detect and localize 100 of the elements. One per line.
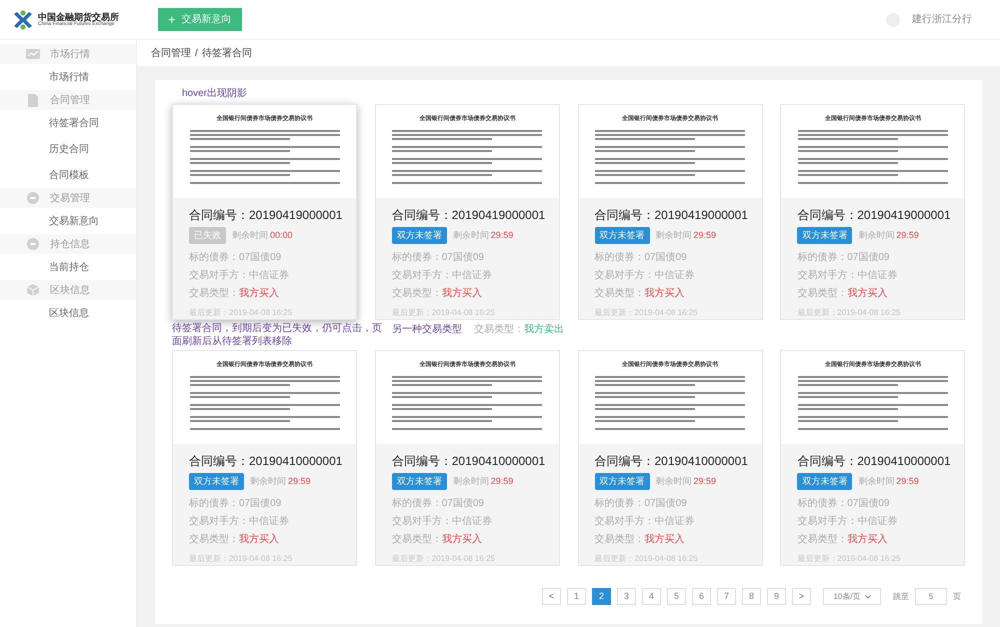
trade-type-label: 交易类型： (392, 532, 442, 547)
status-tag: 双方未签署 (594, 226, 650, 244)
trade-type-label: 交易类型： (594, 532, 644, 547)
circle-icon (27, 238, 39, 250)
remaining-time-label: 剩余时间 (858, 474, 894, 488)
trade-type-label: 交易类型： (797, 532, 848, 547)
trade-type-label: 交易类型： (797, 286, 848, 301)
contract-number: 20190419000001 (654, 206, 748, 224)
remaining-time-label: 剩余时间 (452, 228, 489, 242)
counterparty-text: 交易对手方：中信证券 (594, 268, 696, 283)
trade-type-value: 我方买入 (644, 286, 684, 301)
previous-page-button[interactable]: < (542, 588, 561, 605)
next-page-button[interactable]: > (792, 588, 811, 605)
remaining-time-label: 剩余时间 (656, 474, 692, 488)
trade-type-value: 我方买入 (239, 532, 279, 547)
page-button[interactable]: 7 (717, 588, 736, 605)
sidebar-item[interactable]: 待签署合同 (0, 110, 136, 136)
status-tag: 双方未签署 (797, 226, 852, 244)
status-tag: 双方未签署 (392, 472, 447, 490)
sidebar-item[interactable]: 区块信息 (0, 300, 136, 326)
breadcrumb-separator: / (195, 46, 198, 60)
contract-number: 20190410000001 (857, 452, 951, 470)
trade-type-value: 我方买入 (847, 532, 888, 547)
counterparty-text: 交易对手方：中信证券 (392, 268, 493, 283)
contract-number: 20190410000001 (452, 452, 546, 470)
bond-text: 标的债券：07国债09 (392, 496, 485, 511)
page-button[interactable]: 9 (767, 588, 786, 605)
breadcrumb-item[interactable]: 待签署合同 (202, 46, 252, 60)
remaining-time: 29:59 (694, 474, 716, 488)
contract-number-label: 合同编号： (189, 452, 249, 470)
sidebar-item[interactable]: 市场行情 (0, 64, 136, 90)
group-label: 市场行情 (50, 48, 90, 62)
counterparty-text: 交易对手方：中信证券 (797, 514, 898, 529)
sidebar-item[interactable]: 交易新意向 (0, 208, 136, 234)
bond-text: 标的债券：07国债09 (189, 250, 282, 265)
sidebar-item[interactable]: 合同模板 (0, 162, 136, 188)
remaining-time: 29:59 (490, 474, 514, 488)
trade-type-value: 我方买入 (847, 286, 888, 301)
logo-icon (12, 10, 34, 30)
remaining-time: 29:59 (694, 228, 716, 242)
breadcrumb-item[interactable]: 合同管理 (151, 46, 191, 60)
remaining-time-label: 剩余时间 (858, 228, 894, 242)
page-button[interactable]: 4 (642, 588, 661, 605)
jump-label: 跳至 (893, 590, 909, 602)
counterparty-text: 交易对手方：中信证券 (189, 514, 290, 529)
status-tag: 双方未签署 (594, 472, 650, 490)
remaining-time-label: 剩余时间 (250, 474, 286, 488)
page-size-select[interactable]: 10条/页 (823, 588, 881, 605)
remaining-time: 29:59 (288, 474, 311, 488)
cube-icon (27, 284, 39, 296)
bond-text: 标的债券：07国债09 (392, 250, 485, 265)
page-unit-label: 页 (953, 590, 961, 602)
remaining-time: 29:59 (490, 228, 514, 242)
button-label: 交易新意向 (182, 12, 232, 27)
status-tag: 双方未签署 (392, 226, 447, 244)
chart-icon (26, 49, 40, 59)
group-label: 持仓信息 (50, 238, 90, 252)
trade-type-value: 我方买入 (644, 532, 684, 547)
contract-number-label: 合同编号： (392, 452, 452, 470)
contract-number-label: 合同编号： (594, 206, 654, 224)
page-number-field[interactable]: 5 (915, 588, 947, 605)
trade-type-value: 我方卖出 (524, 322, 564, 337)
bond-text: 标的债券：07国债09 (797, 496, 890, 511)
circle-icon (27, 192, 39, 204)
document-icon (28, 94, 38, 106)
annotation-note: hover出现阴影 (182, 86, 248, 101)
annotation-note: 待签署合同，到期后变为已失效，仍可点击，页面刷新后从待签署列表移除 (172, 322, 383, 348)
bond-text: 标的债券：07国债09 (797, 250, 890, 265)
counterparty-text: 交易对手方：中信证券 (189, 268, 290, 283)
contract-number-label: 合同编号： (797, 206, 858, 224)
page-button[interactable]: 6 (692, 588, 711, 605)
bond-text: 标的债券：07国债09 (189, 496, 282, 511)
counterparty-text: 交易对手方：中信证券 (797, 268, 898, 283)
page-button[interactable]: 1 (567, 588, 586, 605)
contract-number-label: 合同编号： (594, 452, 654, 470)
trade-type-value: 我方买入 (442, 532, 482, 547)
trade-type-label: 交易类型： (594, 286, 644, 301)
trade-type-label: 交易类型： (392, 286, 442, 301)
group-label: 合同管理 (50, 94, 90, 108)
logo-name: 中国金融期货交易所 (38, 12, 119, 22)
group-label: 区块信息 (50, 284, 90, 298)
trade-type-value: 我方买入 (239, 286, 279, 301)
contract-number-label: 合同编号： (189, 206, 249, 224)
contract-number: 20190419000001 (857, 206, 951, 224)
page-button[interactable]: 3 (617, 588, 636, 605)
bond-text: 标的债券：07国债09 (594, 496, 688, 511)
trade-type-label: 交易类型： (474, 322, 524, 337)
sidebar-item[interactable]: 历史合同 (0, 136, 136, 162)
bond-text: 标的债券：07国债09 (594, 250, 688, 265)
page-button[interactable]: 5 (667, 588, 686, 605)
contract-number-label: 合同编号： (797, 452, 858, 470)
sidebar-item[interactable]: 当前持仓 (0, 254, 136, 280)
trade-type-value: 我方买入 (442, 286, 482, 301)
page-button[interactable]: 2 (592, 588, 611, 605)
contract-number: 20190410000001 (249, 452, 342, 470)
remaining-time-label: 剩余时间 (656, 228, 692, 242)
status-tag: 双方未签署 (189, 472, 244, 490)
page-button[interactable]: 8 (742, 588, 761, 605)
user-name[interactable]: 建行浙江分行 (912, 12, 972, 27)
contract-number-label: 合同编号： (392, 206, 452, 224)
